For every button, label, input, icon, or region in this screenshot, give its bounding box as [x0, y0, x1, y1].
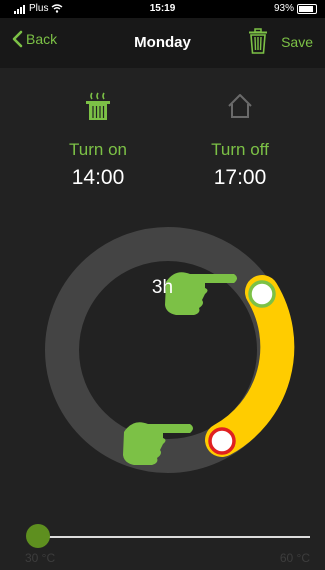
- turn-off-mode[interactable]: [180, 92, 300, 122]
- end-handle[interactable]: [208, 427, 236, 455]
- duration-label: 3h: [151, 277, 174, 298]
- turn-on-section: Turn on 14:00: [38, 68, 158, 190]
- trash-icon[interactable]: [248, 28, 268, 54]
- time-range-dial[interactable]: [0, 212, 325, 502]
- temperature-slider-thumb[interactable]: [26, 524, 50, 548]
- save-button[interactable]: Save: [281, 34, 313, 50]
- page-title: Monday: [134, 34, 191, 51]
- heating-pot-icon: [86, 92, 110, 120]
- turn-off-time[interactable]: 17:00: [180, 166, 300, 190]
- navigation-bar: Back Monday Save: [0, 18, 325, 68]
- battery-percent: 93%: [273, 3, 294, 14]
- temperature-slider-track[interactable]: [40, 536, 310, 538]
- turn-on-mode[interactable]: [38, 92, 158, 122]
- turn-off-section: Turn off 17:00: [180, 68, 300, 190]
- turn-on-label: Turn on: [69, 140, 127, 159]
- battery-icon: [297, 3, 317, 14]
- status-bar: Plus 15:19 93%: [0, 0, 325, 18]
- temperature-min-label: 30 °C: [25, 551, 56, 565]
- house-icon: [228, 94, 252, 118]
- turn-off-label: Turn off: [211, 140, 269, 159]
- turn-on-time[interactable]: 14:00: [38, 166, 158, 190]
- battery-indicator: 93%: [274, 3, 317, 14]
- temperature-max-label: 60 °C: [279, 551, 310, 565]
